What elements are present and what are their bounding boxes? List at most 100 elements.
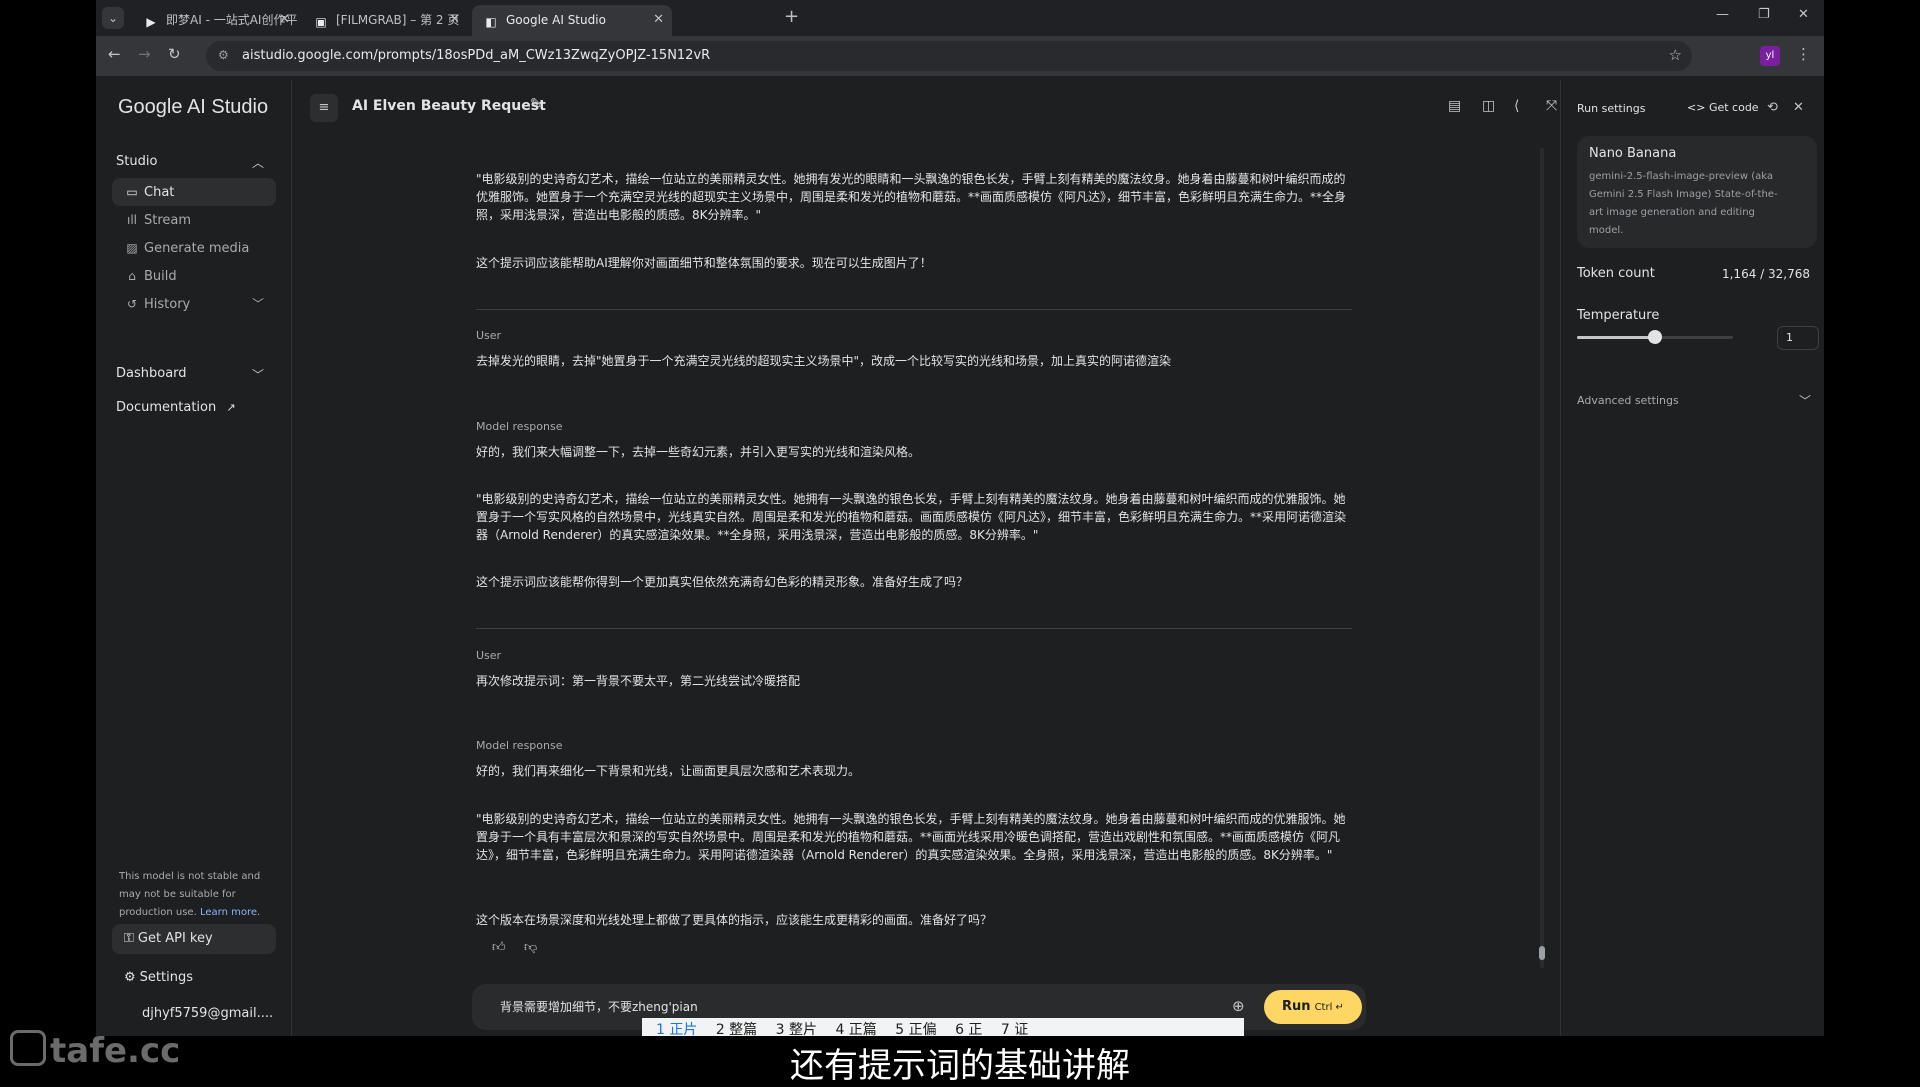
sidebar-item-chat[interactable]: ▭ Chat [112,178,276,206]
browser-menu-icon[interactable]: ⋮ [1796,45,1811,63]
learn-more-link[interactable]: Learn more. [200,907,260,918]
user-role-label: User [476,649,502,662]
stream-icon: ıll [126,213,137,227]
thumbs-up-icon[interactable]: 👍︎ [492,940,506,955]
documentation-link[interactable]: Documentation ↗ [116,400,236,415]
temperature-slider-fill [1577,336,1655,339]
page-title: AI Elven Beauty Request [352,98,546,114]
ime-candidate-bar[interactable]: 1 正片 2 整篇 3 整片 4 正篇 5 正偏 6 正 7 证 [642,1018,1244,1036]
chevron-up-icon: ︿ [252,156,265,170]
model-message-text: 这个提示词应该能帮你得到一个更加真实但依然充满奇幻色彩的精灵形象。准备好生成了吗… [476,575,969,589]
sidebar-item-history[interactable]: ↺ History ﹀ [112,290,276,318]
temperature-label: Temperature [1577,308,1660,323]
get-api-key-button[interactable]: ⚿ Get API key [112,924,276,954]
ime-candidate[interactable]: 2 整篇 [716,1018,757,1036]
run-button[interactable]: Run Ctrl ↵ [1264,990,1362,1024]
model-message-text: "电影级别的史诗奇幻艺术，描绘一位站立的美丽精灵女性。她拥有一头飘逸的银色长发，… [476,492,1347,542]
temperature-slider-thumb[interactable] [1648,330,1662,344]
chevron-down-icon[interactable]: ﹀ [1799,392,1811,409]
model-stability-note: This model is not stable and may not be … [119,871,261,918]
bookmark-star-icon[interactable]: ☆ [1669,46,1682,64]
left-sidebar: Google AI Studio Studio ︿ ▭ Chat ıll Strea… [96,80,292,1036]
model-message-text: "电影级别的史诗奇幻艺术，描绘一位站立的美丽精灵女性。她拥有发光的眼睛和一头飘逸… [476,172,1347,222]
studio-section-header[interactable]: Studio ︿ [116,154,264,170]
ime-candidate[interactable]: 1 正片 [656,1018,697,1036]
save-icon[interactable]: ▤ [1448,98,1461,114]
model-message-text: "电影级别的史诗奇幻艺术，描绘一位站立的美丽精灵女性。她拥有一头飘逸的银色长发，… [476,812,1346,862]
extension-icon[interactable]: yl [1760,46,1780,66]
edit-title-icon[interactable]: ✎ [530,96,542,112]
tab-filmgrab[interactable]: ▣ [FILMGRAB] – 第 2 页 ✕ [302,5,468,36]
ime-candidate[interactable]: 6 正 [955,1018,982,1036]
model-message-text: 这个版本在场景深度和光线处理上都做了更具体的指示，应该能生成更精彩的画面。准备好… [476,913,993,927]
tab-jimeng[interactable]: ▶ 即梦AI - 一站式AI创作平台 ✕ [132,5,298,36]
reload-icon[interactable]: ↻ [168,45,181,63]
ime-candidate[interactable]: 4 正篇 [835,1018,876,1036]
filmgrab-icon: ▣ [315,15,327,29]
ime-candidate[interactable]: 7 证 [1001,1018,1028,1036]
token-count-value: 1,164 / 32,768 [1721,267,1810,281]
key-icon: ⚿ [124,931,134,946]
close-window-icon[interactable]: ✕ [1798,7,1809,22]
chevron-down-icon: ﹀ [251,297,264,311]
user-message-text: 去掉发光的眼睛，去掉"她置身于一个充满空灵光线的超现实主义场景中"，改成一个比较… [476,354,1172,368]
brand-logo[interactable]: Google AI Studio [118,96,268,119]
compare-icon[interactable]: ◫ [1482,98,1495,114]
tab-search-icon[interactable]: ⌄ [102,7,124,29]
chevron-down-icon: ﹀ [252,368,265,382]
close-icon[interactable]: ✕ [279,5,290,35]
advanced-settings-toggle[interactable]: Advanced settings [1577,394,1679,407]
run-settings-panel: Run settings <> Get code ⟲ ✕ Nano Banana… [1560,80,1824,1036]
close-panel-icon[interactable]: ✕ [1793,100,1804,115]
model-message-text: 好的，我们来大幅调整一下，去掉一些奇幻元素，并引入更写实的光线和渲染风格。 [476,445,921,459]
add-media-icon[interactable]: ⊕ [1232,997,1245,1015]
jimeng-icon: ▶ [146,15,156,29]
get-code-button[interactable]: <> Get code [1687,101,1759,114]
share-icon[interactable]: ⟨ [1514,98,1519,114]
close-icon[interactable]: ✕ [449,5,460,35]
close-icon[interactable]: ✕ [653,5,664,35]
dashboard-section-header[interactable]: Dashboard ﹀ [116,366,264,382]
thumbs-down-icon[interactable]: 👎︎ [524,940,537,955]
browser-window: ⌄ ▶ 即梦AI - 一站式AI创作平台 ✕ ▣ [FILMGRAB] – 第 2 … [96,0,1824,1036]
model-role-label: Model response [476,420,563,433]
ime-candidate[interactable]: 5 正偏 [895,1018,936,1036]
token-count-label: Token count [1577,266,1655,281]
forward-icon[interactable]: → [138,45,151,63]
ime-candidate[interactable]: 3 整片 [776,1018,817,1036]
reset-icon[interactable]: ⟲ [1767,100,1778,115]
model-message-text: 这个提示词应该能帮助AI理解你对画面细节和整体氛围的要求。现在可以生成图片了！ [476,256,932,270]
run-settings-title: Run settings [1577,102,1646,115]
account-email[interactable]: djhyf5759@gmail.... [142,1006,273,1021]
sidebar-item-stream[interactable]: ıll Stream [112,206,276,234]
settings-button[interactable]: ⚙ Settings [124,970,193,985]
media-icon: ▨ [126,241,138,255]
model-selector[interactable]: Nano Banana gemini-2.5-flash-image-previ… [1577,136,1817,248]
turn-divider [476,628,1352,629]
temperature-input[interactable]: 1 [1777,326,1819,350]
site-info-icon[interactable]: ⚙ [218,48,229,62]
branch-icon[interactable]: ⤧ [1546,98,1557,114]
prompt-header: ≡ AI Elven Beauty Request ✎ ▤ ◫ ⟨ ⤧ + ⋮ [292,80,1624,136]
user-message-text: 再次修改提示词：第一背景不要太平，第二光线尝试冷暖搭配 [476,674,801,688]
chat-scrollbar[interactable] [1540,148,1544,968]
model-role-label: Model response [476,739,563,752]
url-field[interactable]: ⚙ aistudio.google.com/prompts/18osPDd_aM… [206,41,1692,71]
build-icon: ⌂ [128,269,136,283]
code-icon: <> [1687,101,1706,114]
sidebar-toggle-icon[interactable]: ≡ [310,94,338,122]
restore-icon[interactable]: ❐ [1758,7,1770,22]
chat-scrollbar-thumb[interactable] [1539,946,1545,960]
turn-divider [476,309,1352,310]
sidebar-item-build[interactable]: ⌂ Build [112,262,276,290]
address-bar: ← → ↻ ⚙ aistudio.google.com/prompts/18os… [96,36,1824,76]
model-description: gemini-2.5-flash-image-preview (aka Gemi… [1589,171,1778,236]
minimize-icon[interactable]: — [1716,7,1729,22]
new-tab-icon[interactable]: + [784,6,799,27]
sidebar-item-generate-media[interactable]: ▨ Generate media [112,234,276,262]
user-role-label: User [476,329,502,342]
back-icon[interactable]: ← [108,45,121,63]
chat-icon: ▭ [126,185,138,199]
tab-ai-studio[interactable]: ◧ Google AI Studio ✕ [472,5,672,36]
model-name: Nano Banana [1589,146,1677,161]
